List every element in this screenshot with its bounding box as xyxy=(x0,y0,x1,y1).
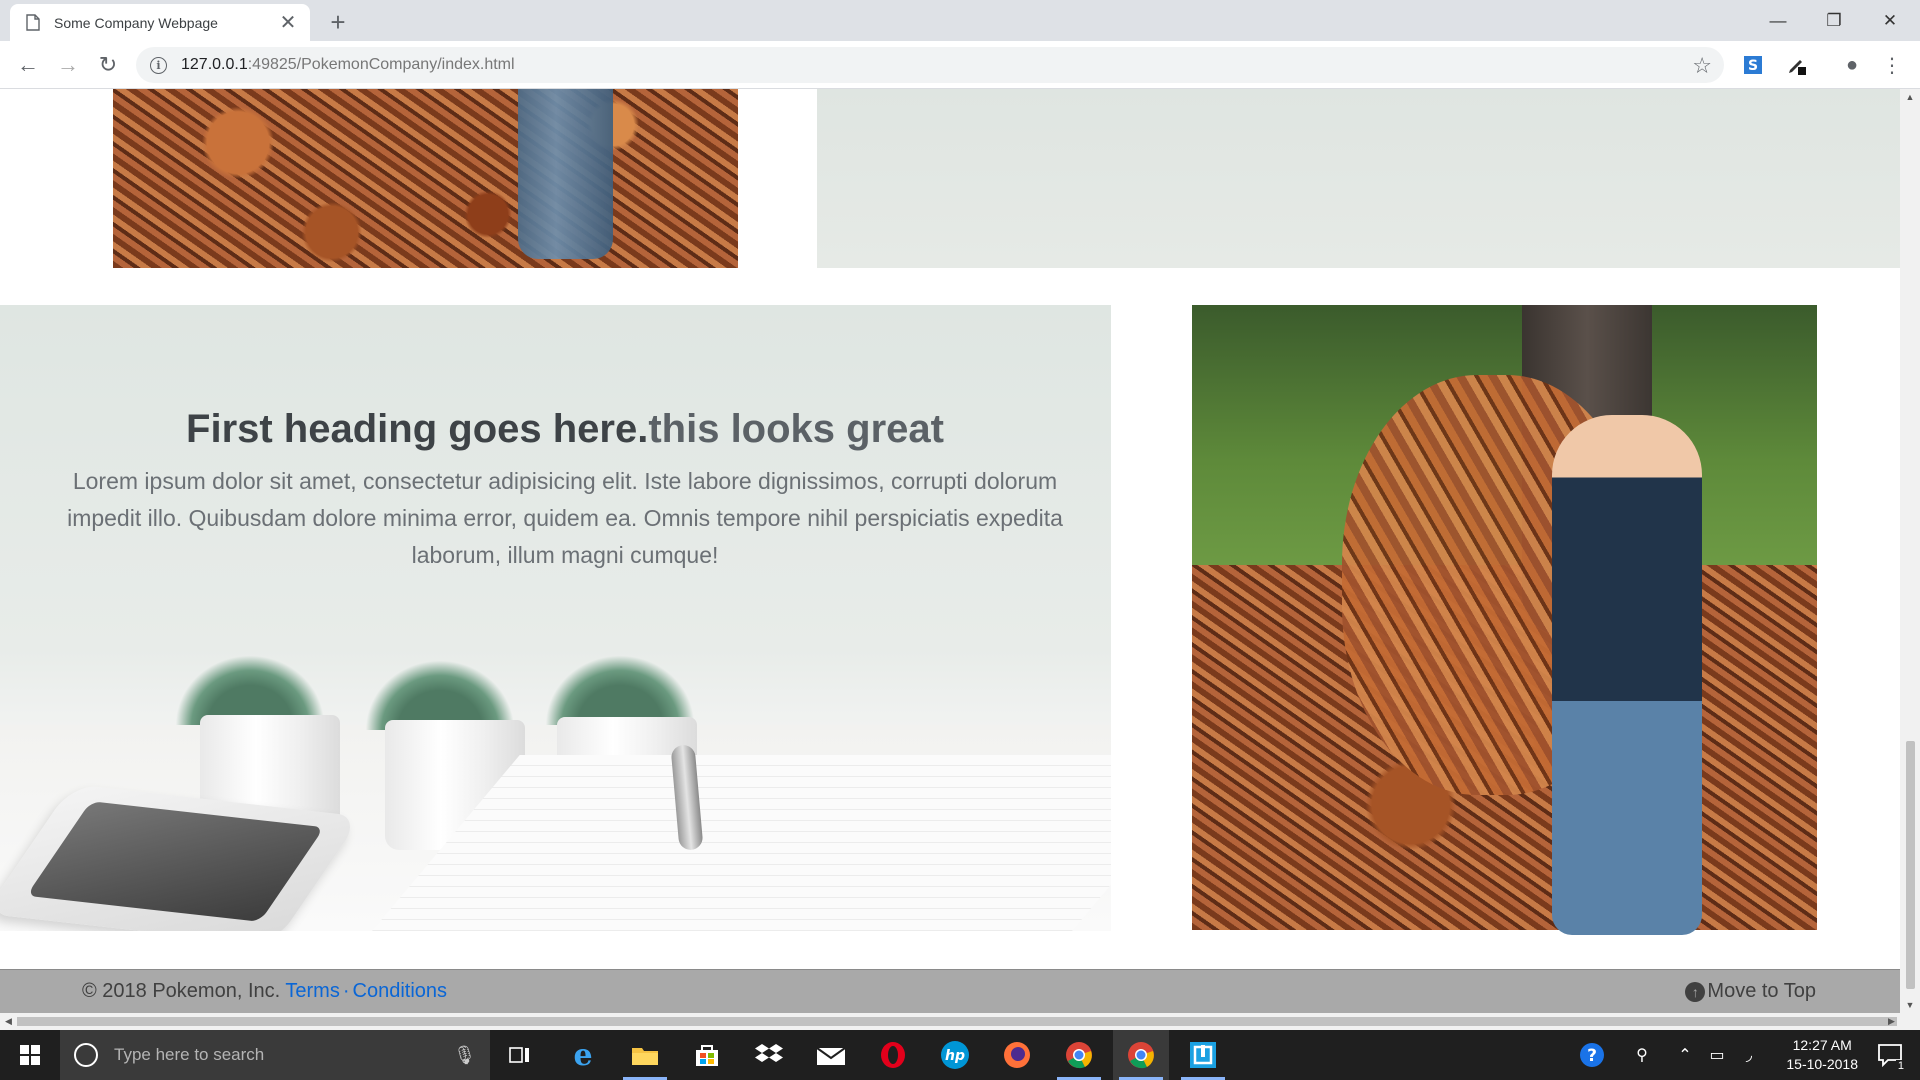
tab-strip: Some Company Webpage ✕ + — ❐ ✕ xyxy=(0,0,1920,41)
hero-text: First heading goes here.this looks great… xyxy=(45,403,1085,574)
autumn-photo-top xyxy=(113,89,738,268)
chrome-active-icon[interactable] xyxy=(1113,1030,1169,1080)
profile-icon[interactable]: ● xyxy=(1840,53,1864,77)
extension-icon[interactable]: S xyxy=(1742,54,1764,76)
opera-icon[interactable] xyxy=(865,1030,921,1080)
url-host: 127.0.0.1 xyxy=(181,56,248,73)
pen-extension-icon[interactable] xyxy=(1786,54,1808,76)
scroll-down-icon[interactable]: ▼ xyxy=(1900,997,1920,1013)
chevron-up-icon[interactable]: ⌃ xyxy=(1670,1030,1700,1080)
desk-photo-top xyxy=(817,89,1900,268)
url-path: :49825/PokemonCompany/index.html xyxy=(247,56,515,73)
url-text: 127.0.0.1:49825/PokemonCompany/index.htm… xyxy=(181,56,515,74)
photo-detail xyxy=(518,89,613,259)
task-view-icon[interactable] xyxy=(492,1030,548,1080)
move-to-top-link[interactable]: ↑ Move to Top xyxy=(1685,980,1816,1003)
clock-date: 15-10-2018 xyxy=(1786,1056,1858,1072)
scroll-up-icon[interactable]: ▲ xyxy=(1900,89,1920,105)
windows-logo-icon xyxy=(20,1045,40,1065)
back-icon[interactable]: ← xyxy=(12,49,44,81)
move-to-top-label: Move to Top xyxy=(1707,980,1816,1002)
clock-time: 12:27 AM xyxy=(1792,1037,1852,1053)
notification-icon[interactable]: 1 xyxy=(1866,1030,1914,1080)
footer-separator: · xyxy=(342,980,350,1002)
svg-text:?: ? xyxy=(1587,1046,1597,1066)
info-icon[interactable]: i xyxy=(150,56,167,74)
browser-tab[interactable]: Some Company Webpage ✕ xyxy=(10,4,310,41)
close-icon[interactable]: ✕ xyxy=(278,13,298,33)
scroll-right-icon[interactable]: ▶ xyxy=(1883,1013,1900,1030)
hp-icon[interactable]: hp xyxy=(927,1030,983,1080)
horizontal-scrollbar[interactable]: ◀ ▶ xyxy=(0,1013,1920,1030)
forward-icon[interactable]: → xyxy=(52,49,84,81)
vertical-scroll-thumb[interactable] xyxy=(1906,741,1915,989)
firefox-icon[interactable] xyxy=(989,1030,1045,1080)
cortana-icon xyxy=(74,1043,98,1067)
scroll-left-icon[interactable]: ◀ xyxy=(0,1013,17,1030)
tab-title: Some Company Webpage xyxy=(54,14,218,31)
address-bar[interactable]: i 127.0.0.1:49825/PokemonCompany/index.h… xyxy=(136,47,1724,83)
people-icon[interactable]: ⚲ xyxy=(1622,1030,1662,1080)
star-icon[interactable]: ☆ xyxy=(1692,53,1712,79)
arrow-up-circle-icon: ↑ xyxy=(1685,981,1706,1002)
chrome-icon[interactable] xyxy=(1051,1030,1107,1080)
heading-main: First heading goes here. xyxy=(186,407,649,451)
edge-icon[interactable]: e xyxy=(555,1030,611,1080)
page-footer: © 2018 Pokemon, Inc. Terms · Conditions ↑ … xyxy=(0,969,1900,1013)
svg-text:hp: hp xyxy=(945,1048,965,1064)
phone-screen xyxy=(26,801,325,922)
doc-icon xyxy=(26,14,40,31)
horizontal-scroll-thumb[interactable] xyxy=(17,1017,1897,1026)
hero-banner: First heading goes here.this looks great… xyxy=(0,305,1111,931)
notification-count: 1 xyxy=(1895,1060,1906,1072)
page-viewport: First heading goes here.this looks great… xyxy=(0,89,1900,1013)
conditions-link[interactable]: Conditions xyxy=(353,980,448,1002)
hero-body-text: Lorem ipsum dolor sit amet, consectetur … xyxy=(67,468,1063,568)
taskbar-clock[interactable]: 12:27 AM 15-10-2018 xyxy=(1786,1036,1858,1074)
vertical-scrollbar[interactable]: ▲ ▼ xyxy=(1900,89,1920,1013)
restore-icon[interactable]: ❐ xyxy=(1806,0,1862,41)
mail-icon[interactable] xyxy=(803,1030,859,1080)
heading-accent: this looks great xyxy=(648,407,944,451)
windows-start-icon[interactable] xyxy=(0,1030,60,1080)
store-icon[interactable] xyxy=(679,1030,735,1080)
footer-copyright: © 2018 Pokemon, Inc. Terms · Conditions xyxy=(82,980,447,1003)
minimize-icon[interactable]: — xyxy=(1750,0,1806,41)
browser-toolbar: ← → ↻ i 127.0.0.1:49825/PokemonCompany/i… xyxy=(0,41,1920,89)
battery-icon[interactable]: ▭ xyxy=(1702,1030,1732,1080)
svg-text:S: S xyxy=(1748,58,1758,74)
terms-link[interactable]: Terms xyxy=(285,980,339,1002)
devtools-app-icon[interactable] xyxy=(1175,1030,1231,1080)
autumn-photo-boy xyxy=(1192,305,1817,935)
help-icon[interactable]: ? xyxy=(1572,1030,1612,1080)
boy-figure xyxy=(1552,415,1702,935)
dropbox-icon[interactable] xyxy=(741,1030,797,1080)
reload-icon[interactable]: ↻ xyxy=(92,49,124,81)
menu-icon[interactable]: ⋮ xyxy=(1880,53,1904,77)
microphone-icon[interactable]: 🎙 xyxy=(453,1045,476,1066)
hero-heading: First heading goes here.this looks great xyxy=(45,403,1085,455)
windows-taskbar: Type here to search 🎙 e hp ? ⚲ ⌃ ▭ ◞ 12:… xyxy=(0,1030,1920,1080)
copyright-text: © 2018 Pokemon, Inc. xyxy=(82,980,281,1002)
window-close-icon[interactable]: ✕ xyxy=(1862,0,1918,41)
search-placeholder: Type here to search xyxy=(114,1045,265,1064)
file-explorer-icon[interactable] xyxy=(617,1030,673,1080)
wifi-icon[interactable]: ◞ xyxy=(1734,1030,1764,1080)
taskbar-search[interactable]: Type here to search 🎙 xyxy=(60,1030,490,1080)
new-tab-button[interactable]: + xyxy=(323,7,353,37)
plant-icon xyxy=(545,655,695,725)
